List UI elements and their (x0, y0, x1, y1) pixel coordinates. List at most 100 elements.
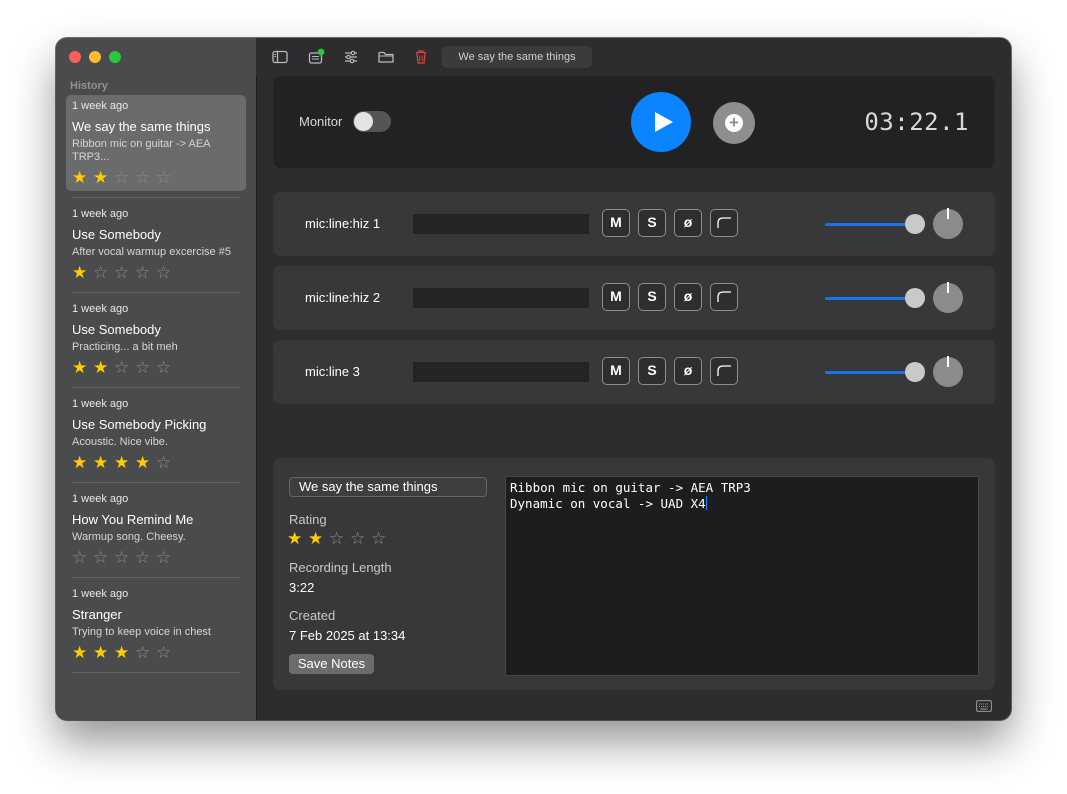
star-filled-icon[interactable]: ★ (72, 358, 93, 377)
history-item[interactable]: 1 week ago Stranger Trying to keep voice i… (66, 583, 246, 673)
created-label: Created (289, 608, 336, 623)
star-filled-icon[interactable]: ★ (72, 453, 93, 472)
high-pass-filter-button[interactable] (710, 283, 738, 311)
star-filled-icon[interactable]: ★ (93, 358, 114, 377)
star-empty-icon[interactable]: ☆ (72, 548, 93, 567)
close-window-button[interactable] (69, 51, 81, 63)
minimize-window-button[interactable] (89, 51, 101, 63)
volume-slider-knob[interactable] (905, 362, 925, 382)
history-item-note: Acoustic. Nice vibe. (72, 436, 168, 448)
folder-icon[interactable] (376, 47, 396, 67)
channel-strip: mic:line:hiz 1 MSø (273, 192, 995, 256)
star-filled-icon[interactable]: ★ (93, 168, 114, 187)
star-filled-icon[interactable]: ★ (72, 643, 93, 662)
star-empty-icon[interactable]: ☆ (135, 168, 156, 187)
history-item-rating: ★ ☆ ☆ ☆ ☆ (72, 263, 240, 282)
history-item[interactable]: 1 week ago Use Somebody Picking Acoustic. … (66, 393, 246, 483)
star-empty-icon[interactable]: ☆ (93, 548, 114, 567)
save-notes-button[interactable]: Save Notes (289, 654, 374, 674)
notes-text-area[interactable]: Ribbon mic on guitar -> AEA TRP3 Dynamic… (505, 476, 979, 676)
history-item-rating: ★ ★ ★ ☆ ☆ (72, 643, 240, 662)
star-empty-icon[interactable]: ☆ (156, 643, 177, 662)
notes-panel: We say the same things Rating ★ ★ ☆ ☆ ☆ Reco… (273, 458, 995, 690)
notes-line: Dynamic on vocal -> UAD X4 (510, 496, 706, 511)
volume-slider-knob[interactable] (905, 288, 925, 308)
history-item-note: Warmup song. Cheesy. (72, 531, 186, 543)
phase-invert-button[interactable]: ø (674, 283, 702, 311)
volume-slider-knob[interactable] (905, 214, 925, 234)
zoom-window-button[interactable] (109, 51, 121, 63)
history-item-time: 1 week ago (72, 100, 129, 112)
rating-stars[interactable]: ★ ★ ☆ ☆ ☆ (287, 529, 392, 549)
transport-panel: Monitor + 03:22.1 (273, 76, 995, 168)
play-button[interactable] (631, 92, 691, 152)
star-empty-icon[interactable]: ☆ (156, 453, 177, 472)
star-empty-icon[interactable]: ☆ (135, 263, 156, 282)
star-empty-icon[interactable]: ☆ (114, 168, 135, 187)
history-item-title: How You Remind Me (72, 512, 194, 527)
star-filled-icon[interactable]: ★ (93, 453, 114, 472)
mute-button[interactable]: M (602, 209, 630, 237)
sliders-icon[interactable] (341, 47, 361, 67)
phase-invert-button[interactable]: ø (674, 209, 702, 237)
history-item-note: Trying to keep voice in chest (72, 626, 211, 638)
star-filled-icon[interactable]: ★ (114, 643, 135, 662)
star-empty-icon[interactable]: ☆ (114, 548, 135, 567)
star-empty-icon[interactable]: ☆ (329, 529, 350, 549)
star-empty-icon[interactable]: ☆ (135, 548, 156, 567)
history-item-title: Use Somebody (72, 227, 161, 242)
star-empty-icon[interactable]: ☆ (350, 529, 371, 549)
pan-knob[interactable] (933, 208, 963, 239)
high-pass-filter-button[interactable] (710, 357, 738, 385)
recording-title-field[interactable]: We say the same things (289, 477, 487, 497)
history-item[interactable]: 1 week ago Use Somebody Practicing... a bi… (66, 298, 246, 388)
notes-line: Ribbon mic on guitar -> AEA TRP3 (510, 480, 751, 495)
star-filled-icon[interactable]: ★ (93, 643, 114, 662)
sidebar-toggle-icon[interactable] (270, 47, 290, 67)
history-item-note: After vocal warmup excercise #5 (72, 246, 231, 258)
trash-icon[interactable] (411, 47, 431, 67)
star-filled-icon[interactable]: ★ (72, 168, 93, 187)
star-empty-icon[interactable]: ☆ (114, 263, 135, 282)
pan-knob[interactable] (933, 282, 963, 313)
timer-display: 03:22.1 (864, 108, 969, 136)
star-empty-icon[interactable]: ☆ (156, 263, 177, 282)
star-filled-icon[interactable]: ★ (287, 529, 308, 549)
history-item-title: Use Somebody (72, 322, 161, 337)
star-empty-icon[interactable]: ☆ (114, 358, 135, 377)
star-empty-icon[interactable]: ☆ (135, 358, 156, 377)
history-item[interactable]: 1 week ago Use Somebody After vocal warmup… (66, 203, 246, 293)
star-empty-icon[interactable]: ☆ (156, 548, 177, 567)
history-item[interactable]: 1 week ago How You Remind Me Warmup song. … (66, 488, 246, 578)
star-empty-icon[interactable]: ☆ (135, 643, 156, 662)
tab-current-recording[interactable]: We say the same things (442, 46, 592, 68)
channel-name: mic:line:hiz 2 (305, 290, 381, 305)
mute-button[interactable]: M (602, 357, 630, 385)
star-filled-icon[interactable]: ★ (135, 453, 156, 472)
star-filled-icon[interactable]: ★ (308, 529, 329, 549)
solo-button[interactable]: S (638, 283, 666, 311)
phase-invert-button[interactable]: ø (674, 357, 702, 385)
history-item[interactable]: 1 week ago We say the same things Ribbon m… (66, 95, 246, 198)
star-empty-icon[interactable]: ☆ (156, 358, 177, 377)
monitor-toggle[interactable] (353, 111, 391, 132)
star-empty-icon[interactable]: ☆ (156, 168, 177, 187)
star-filled-icon[interactable]: ★ (72, 263, 93, 282)
keyboard-icon[interactable] (976, 700, 992, 712)
app-window: History 1 week ago We say the same things… (56, 38, 1011, 720)
history-item-rating: ★ ★ ☆ ☆ ☆ (72, 168, 240, 187)
solo-button[interactable]: S (638, 357, 666, 385)
high-pass-filter-button[interactable] (710, 209, 738, 237)
star-empty-icon[interactable]: ☆ (371, 529, 392, 549)
sidebar: History 1 week ago We say the same things… (56, 38, 257, 720)
history-item-note: Ribbon mic on guitar -> AEA TRP3... (72, 138, 210, 163)
add-marker-button[interactable]: + (713, 102, 755, 144)
level-meter (413, 288, 589, 308)
solo-button[interactable]: S (638, 209, 666, 237)
recording-status-icon[interactable] (306, 47, 326, 67)
mute-button[interactable]: M (602, 283, 630, 311)
level-meter (413, 214, 589, 234)
star-filled-icon[interactable]: ★ (114, 453, 135, 472)
star-empty-icon[interactable]: ☆ (93, 263, 114, 282)
pan-knob[interactable] (933, 356, 963, 387)
